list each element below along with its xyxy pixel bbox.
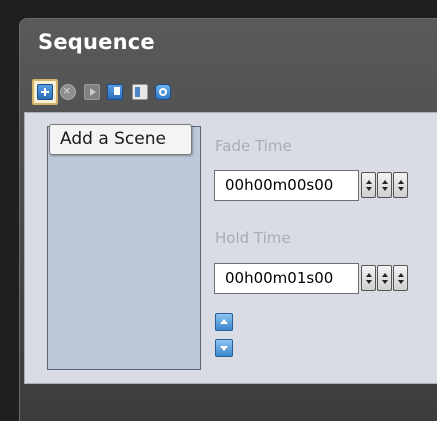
add-scene-tooltip: Add a Scene	[49, 124, 192, 155]
down-arrow-icon	[365, 186, 372, 191]
fade-time-spinners	[361, 172, 408, 198]
panel-title: Sequence	[38, 30, 155, 54]
add-scene-icon	[37, 84, 53, 100]
up-arrow-icon	[381, 179, 388, 184]
up-arrow-icon	[381, 272, 388, 277]
remove-scene-button[interactable]	[55, 79, 81, 105]
up-arrow-icon	[365, 179, 372, 184]
settings-icon	[155, 84, 171, 100]
down-arrow-icon	[381, 279, 388, 284]
down-arrow-icon	[397, 186, 404, 191]
hold-time-label: Hold Time	[215, 229, 291, 247]
fade-seconds-spinner[interactable]	[393, 172, 408, 198]
hold-time-input[interactable]: 00h00m01s00	[214, 263, 359, 294]
up-arrow-icon	[397, 179, 404, 184]
settings-button[interactable]	[150, 79, 176, 105]
hold-seconds-spinner[interactable]	[393, 265, 408, 291]
down-arrow-icon	[397, 279, 404, 284]
fade-hours-spinner[interactable]	[361, 172, 376, 198]
down-arrow-icon	[365, 279, 372, 284]
hold-hours-spinner[interactable]	[361, 265, 376, 291]
move-scene-up-button[interactable]	[215, 313, 233, 331]
move-scene-down-button[interactable]	[215, 339, 233, 357]
fade-time-label: Fade Time	[215, 137, 292, 155]
hold-time-spinners	[361, 265, 408, 291]
up-arrow-icon	[397, 272, 404, 277]
copy-button[interactable]	[102, 79, 128, 105]
play-icon	[84, 84, 100, 100]
remove-scene-icon	[60, 83, 76, 100]
paste-icon	[132, 84, 148, 100]
fade-time-input[interactable]: 00h00m00s00	[214, 170, 359, 201]
fade-minutes-spinner[interactable]	[377, 172, 392, 198]
scene-list[interactable]	[47, 126, 201, 370]
copy-icon	[107, 84, 123, 100]
down-arrow-icon	[381, 186, 388, 191]
up-arrow-icon	[365, 272, 372, 277]
hold-minutes-spinner[interactable]	[377, 265, 392, 291]
